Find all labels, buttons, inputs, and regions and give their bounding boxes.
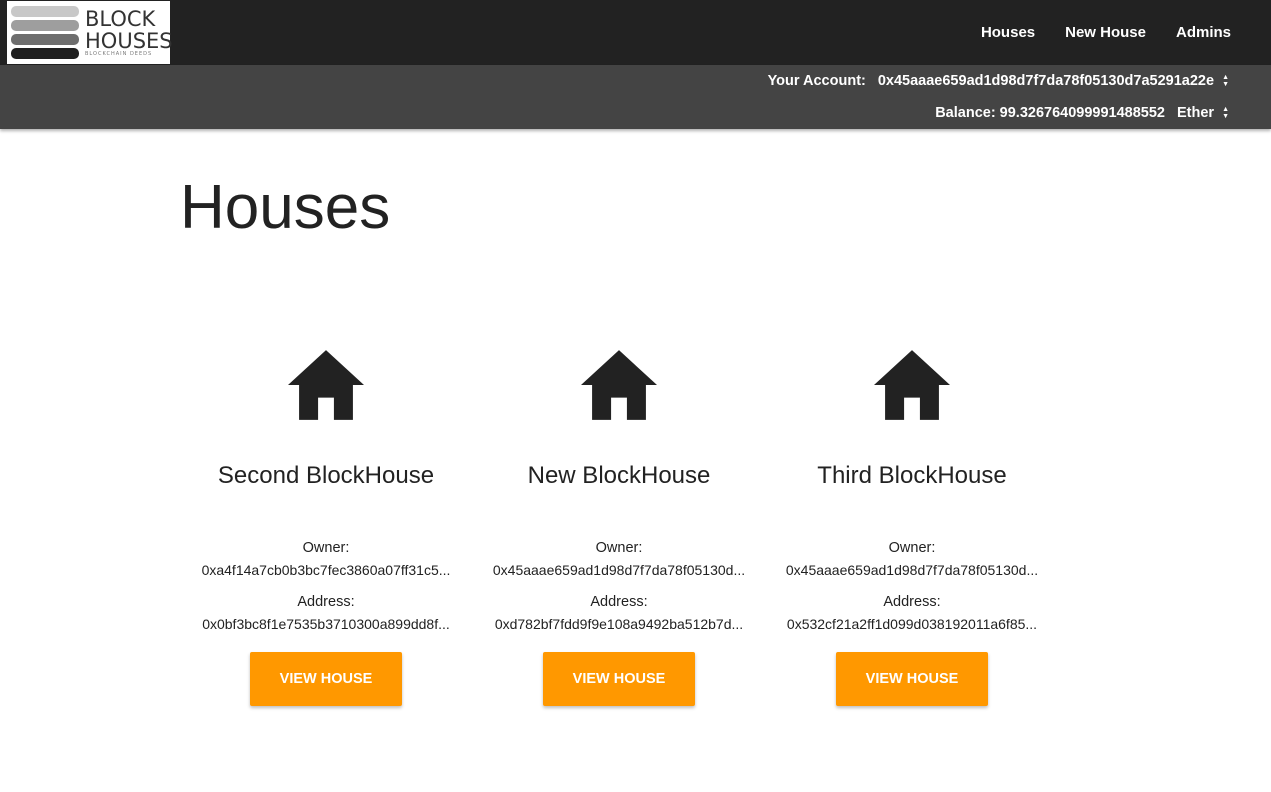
brand-logo[interactable]: BLOCK HOUSES BLOCKCHAIN DEEDS	[7, 1, 173, 64]
unit-select-arrows-icon[interactable]: ▲ ▼	[1222, 106, 1229, 120]
owner-label: Owner:	[888, 540, 936, 556]
unit-select[interactable]: Ether	[1177, 105, 1214, 121]
view-house-button[interactable]: VIEW HOUSE	[250, 652, 402, 706]
house-name: Second BlockHouse	[217, 462, 435, 489]
account-value[interactable]: 0x45aaae659ad1d98d7f7da78f05130d7a5291a2…	[878, 73, 1214, 89]
owner-hash: 0xa4f14a7cb0b3bc7fec3860a07ff31c5...	[201, 562, 451, 578]
owner-hash: 0x45aaae659ad1d98d7f7da78f05130d...	[492, 562, 746, 578]
address-hash: 0x0bf3bc8f1e7535b3710300a899dd8f...	[202, 616, 450, 632]
page-title: Houses	[180, 173, 391, 242]
address-hash: 0xd782bf7fdd9f9e108a9492ba512b7d...	[494, 616, 744, 632]
top-navbar: BLOCK HOUSES BLOCKCHAIN DEEDS Houses New…	[0, 0, 1271, 65]
house-icon	[581, 350, 657, 420]
account-bar: Your Account: 0x45aaae659ad1d98d7f7da78f…	[0, 65, 1271, 129]
house-card: Second BlockHouse Owner: 0xa4f14a7cb0b3b…	[179, 350, 473, 706]
house-icon	[288, 350, 364, 420]
house-card: New BlockHouse Owner: 0x45aaae659ad1d98d…	[472, 350, 766, 706]
balance-value: 99.326764099991488552	[999, 105, 1165, 121]
balance-selector: Balance: 99.326764099991488552 Ether ▲ ▼	[935, 101, 1229, 125]
logo-line-2: HOUSES	[85, 29, 173, 53]
owner-label: Owner:	[595, 540, 643, 556]
address-label: Address:	[297, 594, 355, 610]
address-label: Address:	[883, 594, 941, 610]
house-icon	[874, 350, 950, 420]
logo-stack-icon	[11, 6, 79, 62]
account-select-arrows-icon[interactable]: ▲ ▼	[1222, 74, 1229, 88]
house-name: New BlockHouse	[527, 462, 711, 489]
account-label: Your Account:	[767, 73, 866, 89]
view-house-button[interactable]: VIEW HOUSE	[543, 652, 695, 706]
house-card: Third BlockHouse Owner: 0x45aaae659ad1d9…	[765, 350, 1059, 706]
address-label: Address:	[590, 594, 648, 610]
nav-admins[interactable]: Admins	[1176, 24, 1231, 41]
owner-label: Owner:	[302, 540, 350, 556]
nav-houses[interactable]: Houses	[981, 24, 1035, 41]
logo-wordmark: BLOCK HOUSES	[85, 8, 173, 52]
owner-hash: 0x45aaae659ad1d98d7f7da78f05130d...	[785, 562, 1039, 578]
balance-label: Balance:	[935, 105, 996, 121]
address-hash: 0x532cf21a2ff1d099d038192011a6f85...	[786, 616, 1038, 632]
logo-tagline: BLOCKCHAIN DEEDS	[85, 51, 153, 57]
logo-line-1: BLOCK	[85, 7, 156, 31]
house-name: Third BlockHouse	[817, 462, 1007, 489]
view-house-button[interactable]: VIEW HOUSE	[836, 652, 988, 706]
nav-new-house[interactable]: New House	[1065, 24, 1146, 41]
main-nav: Houses New House Admins	[951, 0, 1271, 65]
account-selector[interactable]: Your Account: 0x45aaae659ad1d98d7f7da78f…	[768, 69, 1229, 93]
